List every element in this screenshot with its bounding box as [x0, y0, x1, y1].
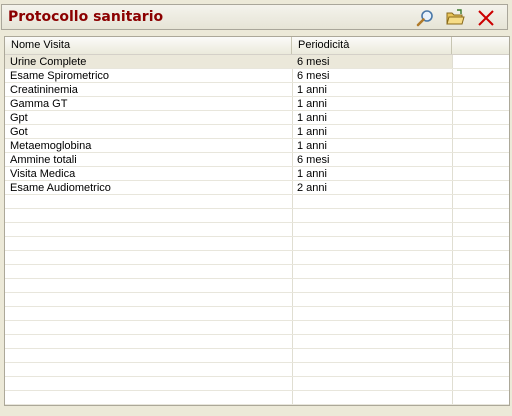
cell-periodicita	[292, 321, 452, 334]
cell-nome-visita: Visita Medica	[10, 168, 76, 180]
cell-nome-visita	[5, 293, 292, 306]
cell-nome-visita	[5, 363, 292, 376]
close-button[interactable]	[476, 8, 496, 28]
table-row[interactable]	[5, 349, 509, 363]
cell-nome-visita	[5, 391, 292, 404]
cell-periodicita	[292, 349, 452, 362]
cell-periodicita	[292, 363, 452, 376]
cell-nome-visita	[5, 265, 292, 278]
cell-nome-visita	[5, 209, 292, 222]
table-row[interactable]	[5, 209, 509, 223]
close-icon	[478, 10, 494, 26]
cell-periodicita	[292, 209, 452, 222]
cell-nome-visita: Got	[10, 126, 28, 138]
cell-periodicita	[292, 251, 452, 264]
cell-nome-visita	[5, 321, 292, 334]
cell-periodicita	[292, 391, 452, 404]
window-title: Protocollo sanitario	[8, 9, 164, 25]
cell-nome-visita	[5, 349, 292, 362]
cell-nome-visita: Gpt	[10, 112, 28, 124]
column-header-nome-visita[interactable]: Nome Visita	[5, 37, 292, 54]
table-row[interactable]	[5, 293, 509, 307]
cell-nome-visita: Ammine totali	[10, 154, 77, 166]
search-icon	[416, 10, 433, 27]
cell-periodicita	[292, 377, 452, 390]
cell-periodicita	[292, 237, 452, 250]
cell-periodicita: 1 anni	[297, 84, 327, 96]
open-folder-icon	[446, 9, 465, 25]
cell-nome-visita	[5, 377, 292, 390]
cell-nome-visita: Gamma GT	[10, 98, 68, 110]
cell-periodicita: 6 mesi	[292, 55, 452, 68]
table-row[interactable]: Urine Complete 6 mesi	[5, 55, 509, 69]
table-row[interactable]	[5, 391, 509, 405]
cell-periodicita	[292, 265, 452, 278]
cell-periodicita: 6 mesi	[297, 70, 330, 82]
cell-periodicita: 1 anni	[297, 112, 327, 124]
visits-table[interactable]: Nome Visita Periodicità Urine Complete 6 …	[4, 36, 510, 406]
table-body: Urine Complete 6 mesi Esame Spirometrico 6 …	[5, 55, 509, 405]
table-row[interactable]	[5, 195, 509, 209]
cell-nome-visita	[5, 195, 292, 208]
table-header: Nome Visita Periodicità	[5, 37, 509, 55]
cell-periodicita	[292, 293, 452, 306]
cell-nome-visita	[5, 307, 292, 320]
table-row[interactable]: Esame Audiometrico 2 anni	[5, 181, 509, 195]
table-row[interactable]	[5, 321, 509, 335]
cell-nome-visita	[5, 335, 292, 348]
cell-periodicita: 1 anni	[297, 140, 327, 152]
cell-nome-visita	[5, 223, 292, 236]
cell-nome-visita	[5, 237, 292, 250]
open-button[interactable]	[445, 8, 465, 28]
table-row[interactable]: Got 1 anni	[5, 125, 509, 139]
table-row[interactable]	[5, 335, 509, 349]
cell-periodicita	[292, 307, 452, 320]
table-row[interactable]	[5, 223, 509, 237]
cell-periodicita	[292, 279, 452, 292]
table-row[interactable]: Gpt 1 anni	[5, 111, 509, 125]
table-row[interactable]	[5, 377, 509, 391]
table-row[interactable]	[5, 251, 509, 265]
table-row[interactable]: Esame Spirometrico 6 mesi	[5, 69, 509, 83]
table-row[interactable]: Creatininemia 1 anni	[5, 83, 509, 97]
table-row[interactable]: Ammine totali 6 mesi	[5, 153, 509, 167]
cell-nome-visita: Metaemoglobina	[10, 140, 92, 152]
cell-periodicita	[292, 335, 452, 348]
cell-nome-visita	[5, 279, 292, 292]
search-button[interactable]	[415, 8, 435, 28]
table-row[interactable]: Gamma GT 1 anni	[5, 97, 509, 111]
cell-nome-visita: Creatininemia	[10, 84, 78, 96]
cell-periodicita: 1 anni	[297, 168, 327, 180]
cell-nome-visita	[5, 251, 292, 264]
cell-nome-visita: Esame Spirometrico	[10, 70, 110, 82]
column-header-periodicita[interactable]: Periodicità	[292, 37, 452, 54]
table-row[interactable]	[5, 307, 509, 321]
table-row[interactable]: Metaemoglobina 1 anni	[5, 139, 509, 153]
cell-periodicita: 2 anni	[297, 182, 327, 194]
cell-nome-visita: Urine Complete	[5, 55, 292, 68]
table-row[interactable]	[5, 363, 509, 377]
cell-periodicita: 1 anni	[297, 98, 327, 110]
cell-periodicita	[292, 223, 452, 236]
title-bar: Protocollo sanitario	[1, 4, 508, 30]
table-row[interactable]	[5, 279, 509, 293]
table-row[interactable]: Visita Medica 1 anni	[5, 167, 509, 181]
cell-periodicita	[292, 195, 452, 208]
cell-periodicita: 1 anni	[297, 126, 327, 138]
cell-periodicita: 6 mesi	[297, 154, 330, 166]
table-row[interactable]	[5, 265, 509, 279]
table-row[interactable]	[5, 237, 509, 251]
cell-nome-visita: Esame Audiometrico	[10, 182, 111, 194]
